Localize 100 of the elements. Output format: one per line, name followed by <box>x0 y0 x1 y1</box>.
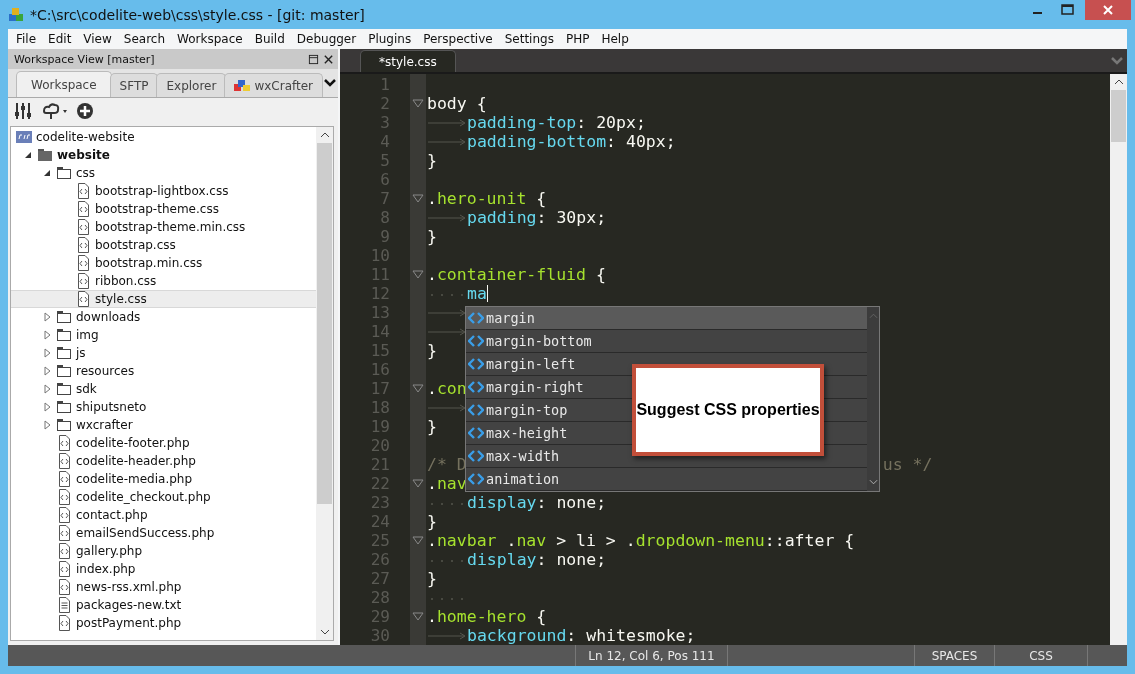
tree-item[interactable]: wxcrafter <box>11 416 316 434</box>
scroll-up-icon[interactable] <box>319 132 330 138</box>
code-token: } <box>427 341 437 360</box>
fold-marker-icon[interactable] <box>412 269 424 280</box>
code-file-icon <box>56 453 72 469</box>
collapsed-arrow-icon[interactable] <box>42 312 52 322</box>
tree-item[interactable]: bootstrap.min.css <box>11 254 316 272</box>
tree-item[interactable]: contact.php <box>11 506 316 524</box>
tree-item[interactable]: bootstrap-theme.min.css <box>11 218 316 236</box>
close-button[interactable] <box>1085 0 1131 20</box>
tree-item[interactable]: postPayment.php <box>11 614 316 632</box>
code-file-icon <box>75 183 91 199</box>
scrollbar-thumb[interactable] <box>317 143 332 504</box>
folder-icon <box>56 417 72 433</box>
expanded-arrow-icon[interactable] <box>23 150 33 160</box>
tree-item[interactable]: codelite-media.php <box>11 470 316 488</box>
menu-item[interactable]: Perspective <box>417 32 499 46</box>
cursor-position: Ln 12, Col 6, Pos 111 <box>576 645 728 666</box>
menu-item[interactable]: Settings <box>498 32 560 46</box>
code-file-icon <box>75 291 91 307</box>
close-icon[interactable] <box>323 53 334 65</box>
menu-item[interactable]: Build <box>248 32 291 46</box>
tree-item[interactable]: bootstrap.css <box>11 236 316 254</box>
code-brackets-icon <box>468 473 484 485</box>
code-brackets-icon <box>468 427 484 439</box>
tab-arrow-icon <box>427 630 467 641</box>
sliders-icon[interactable] <box>14 102 32 120</box>
panel-tab[interactable]: wxCrafter <box>224 73 324 97</box>
tree-item[interactable]: emailSendSuccess.php <box>11 524 316 542</box>
file-language[interactable]: CSS <box>995 645 1088 666</box>
code-brackets-icon <box>468 312 484 324</box>
scrollbar-thumb[interactable] <box>1111 90 1126 142</box>
menu-item[interactable]: PHP <box>559 32 596 46</box>
panel-tab[interactable]: Explorer <box>156 73 227 97</box>
code-token: : whitesmoke; <box>566 626 696 645</box>
chevron-down-icon[interactable] <box>324 78 336 88</box>
tree-item[interactable]: news-rss.xml.php <box>11 578 316 596</box>
fold-marker-icon[interactable] <box>412 98 424 109</box>
expanded-arrow-icon[interactable] <box>42 168 52 178</box>
menu-item[interactable]: View <box>77 32 118 46</box>
fold-marker-icon[interactable] <box>412 383 424 394</box>
tree-item[interactable]: sdk <box>11 380 316 398</box>
window-title: *C:\src\codelite-web\css\style.css - [git: master] <box>30 6 366 23</box>
code-file-icon <box>75 273 91 289</box>
add-icon[interactable] <box>76 102 94 120</box>
code-token: padding <box>467 208 537 227</box>
indentation-mode[interactable]: SPACES <box>915 645 995 666</box>
tree-item[interactable]: downloads <box>11 308 316 326</box>
cloud-icon[interactable] <box>40 102 68 120</box>
code-token: } <box>427 417 437 436</box>
scroll-up-icon[interactable] <box>1113 79 1124 85</box>
collapsed-arrow-icon[interactable] <box>42 366 52 376</box>
menu-item[interactable]: Edit <box>42 32 78 46</box>
fold-marker-icon[interactable] <box>412 193 424 204</box>
folder-icon <box>56 327 72 343</box>
fold-marker-icon[interactable] <box>412 478 424 489</box>
menu-item[interactable]: Debugger <box>290 32 363 46</box>
restore-icon[interactable] <box>308 53 319 65</box>
panel-tab[interactable]: Workspace <box>16 71 112 97</box>
tree-item[interactable]: website <box>11 146 316 164</box>
completion-item[interactable]: margin-bottom <box>466 330 867 353</box>
tree-item[interactable]: codelite-website <box>11 128 316 146</box>
completion-item[interactable]: animation <box>466 468 867 491</box>
tree-item[interactable]: js <box>11 344 316 362</box>
tree-item[interactable]: index.php <box>11 560 316 578</box>
collapsed-arrow-icon[interactable] <box>42 384 52 394</box>
tree-item[interactable]: codelite_checkout.php <box>11 488 316 506</box>
tree-item[interactable]: codelite-header.php <box>11 452 316 470</box>
tree-item[interactable]: gallery.php <box>11 542 316 560</box>
code-token: ::after { <box>764 531 855 550</box>
tree-item[interactable]: css <box>11 164 316 182</box>
tree-item[interactable]: style.css <box>11 290 316 308</box>
code-token: : 40px; <box>606 132 676 151</box>
scroll-down-icon[interactable] <box>319 629 330 635</box>
menu-item[interactable]: Workspace <box>171 32 249 46</box>
completion-item[interactable]: margin <box>466 307 867 330</box>
tree-item[interactable]: codelite-footer.php <box>11 434 316 452</box>
menu-item[interactable]: Search <box>117 32 172 46</box>
menu-item[interactable]: Help <box>595 32 635 46</box>
fold-marker-icon[interactable] <box>412 611 424 622</box>
tree-item[interactable]: img <box>11 326 316 344</box>
panel-tab[interactable]: SFTP <box>109 73 159 97</box>
editor-tab[interactable]: *style.css <box>360 50 456 72</box>
tree-item[interactable]: resources <box>11 362 316 380</box>
tree-item[interactable]: bootstrap-lightbox.css <box>11 182 316 200</box>
tree-item[interactable]: shiputsneto <box>11 398 316 416</box>
collapsed-arrow-icon[interactable] <box>42 348 52 358</box>
code-token: } <box>427 512 437 531</box>
collapsed-arrow-icon[interactable] <box>42 420 52 430</box>
code-brackets-icon <box>468 381 484 393</box>
tree-item[interactable]: packages-new.txt <box>11 596 316 614</box>
menu-item[interactable]: Plugins <box>362 32 418 46</box>
collapsed-arrow-icon[interactable] <box>42 330 52 340</box>
menu-item[interactable]: File <box>10 32 43 46</box>
collapsed-arrow-icon[interactable] <box>42 402 52 412</box>
fold-marker-icon[interactable] <box>412 535 424 546</box>
folder-icon <box>56 345 72 361</box>
tree-item[interactable]: ribbon.css <box>11 272 316 290</box>
tree-item[interactable]: bootstrap-theme.css <box>11 200 316 218</box>
code-brackets-icon <box>468 450 484 462</box>
